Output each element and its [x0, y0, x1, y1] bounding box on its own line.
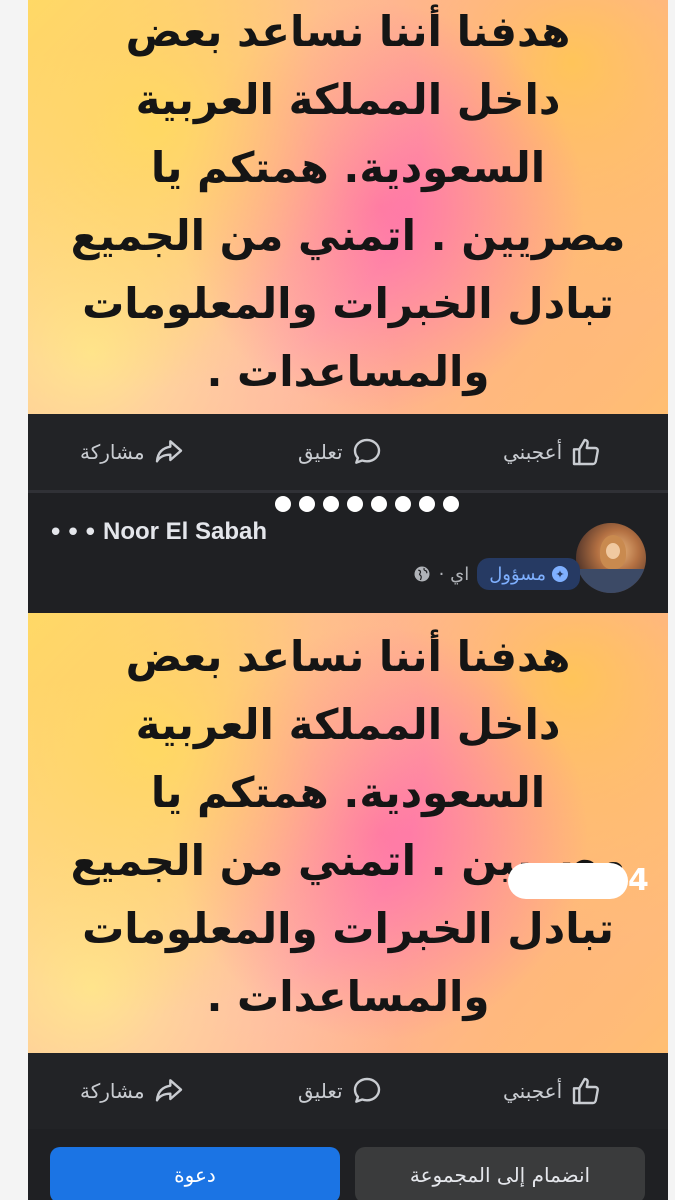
post-line: داخل المملكة العربية [135, 700, 561, 749]
post-line: هدفنا أننا نساعد بعض [125, 7, 571, 56]
admin-badge[interactable]: ✦ مسؤول [477, 558, 580, 590]
post-line: داخل المملكة العربية [135, 75, 561, 124]
post-text-card-bottom: هدفنا أننا نساعد بعض داخل المملكة العربي… [28, 613, 668, 1053]
author-name[interactable]: Noor El Sabah [103, 518, 267, 546]
action-bar-bottom: أعجبني تعليق مشاركة [28, 1053, 668, 1129]
dot [417, 494, 437, 514]
comment-label: تعليق [298, 1079, 343, 1103]
redaction-mark [508, 863, 628, 899]
post-meta: ✦ مسؤول اي · [413, 558, 580, 590]
post-line: مصريين . اتمني من الجميع [70, 211, 626, 260]
post-line: تبادل الخبرات والمعلومات [82, 904, 614, 953]
comment-label: تعليق [298, 440, 343, 464]
post-line: تبادل الخبرات والمعلومات [82, 279, 614, 328]
comment-bubble-icon [353, 438, 380, 464]
post-line: والمساعدات . [206, 347, 490, 396]
comment-button[interactable]: تعليق [298, 1053, 383, 1129]
left-margin [0, 0, 28, 1200]
avatar-background [576, 569, 646, 593]
thumbs-up-icon [572, 438, 600, 466]
invite-button[interactable]: دعوة [50, 1147, 340, 1200]
post-line: السعودية. همتكم يا [150, 143, 546, 192]
post-line: هدفنا أننا نساعد بعض [125, 632, 571, 681]
action-bar-top: أعجبني تعليق مشاركة [28, 414, 668, 490]
admin-star-icon: ✦ [552, 566, 568, 582]
share-arrow-icon [155, 1079, 182, 1102]
globe-icon [414, 566, 430, 582]
thumbs-up-icon [572, 1077, 600, 1105]
facebook-feed: هدفنا أننا نساعد بعض داخل المملكة العربي… [28, 0, 668, 1200]
dot [345, 494, 365, 514]
share-button[interactable]: مشاركة [80, 1053, 185, 1129]
share-label: مشاركة [80, 1079, 145, 1103]
dot [297, 494, 317, 514]
overlay-digit: 4 [628, 863, 649, 898]
pagination-dots [273, 494, 461, 514]
join-group-button[interactable]: انضمام إلى المجموعة [355, 1147, 645, 1200]
avatar-face [606, 543, 620, 559]
post-line: والمساعدات . [206, 972, 490, 1021]
role-label: مسؤول [489, 563, 546, 585]
dot [321, 494, 341, 514]
dot [273, 494, 293, 514]
post-text-bottom: هدفنا أننا نساعد بعض داخل المملكة العربي… [28, 623, 668, 1031]
dot [369, 494, 389, 514]
dot [393, 494, 413, 514]
post-text-card-top: هدفنا أننا نساعد بعض داخل المملكة العربي… [28, 0, 668, 414]
like-label: أعجبني [503, 440, 563, 464]
comment-bubble-icon [353, 1077, 380, 1103]
share-arrow-icon [155, 440, 182, 463]
feed-separator [28, 490, 668, 493]
post-time: اي · [438, 563, 470, 585]
right-margin [668, 0, 675, 1200]
share-label: مشاركة [80, 440, 145, 464]
like-label: أعجبني [503, 1079, 563, 1103]
like-button[interactable]: أعجبني [503, 414, 602, 490]
comment-button[interactable]: تعليق [298, 414, 383, 490]
like-button[interactable]: أعجبني [503, 1053, 602, 1129]
post-line: السعودية. همتكم يا [150, 768, 546, 817]
post-text-top: هدفنا أننا نساعد بعض داخل المملكة العربي… [28, 0, 668, 406]
share-button[interactable]: مشاركة [80, 414, 185, 490]
more-dots-icon[interactable]: ••• [48, 520, 100, 546]
dot [441, 494, 461, 514]
group-actions: دعوة انضمام إلى المجموعة [28, 1129, 668, 1200]
avatar[interactable] [576, 523, 646, 593]
